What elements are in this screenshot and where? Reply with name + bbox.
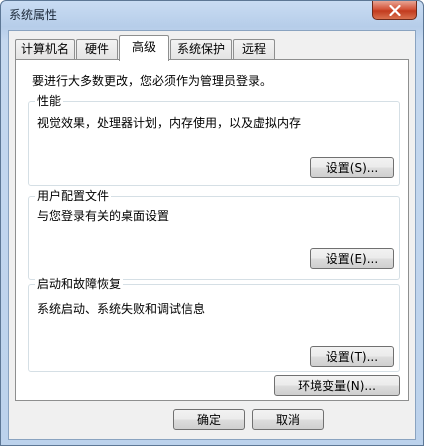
startup-recovery-description: 系统启动、系统失败和调试信息 [37,302,206,316]
user-profiles-title: 用户配置文件 [35,189,112,203]
title-bar[interactable]: 系统属性 [1,1,423,28]
performance-settings-button[interactable]: 设置(S)... [310,157,394,178]
admin-notice: 要进行大多数更改，您必须作为管理员登录。 [32,74,273,88]
tab-hardware[interactable]: 硬件 [76,39,118,59]
close-x-icon [388,4,401,16]
system-properties-window: 系统属性 计算机名 硬件 高级 系统保护 远程 要进行大多数更改，您必须作为管理… [0,0,424,446]
advanced-tab-panel: 要进行大多数更改，您必须作为管理员登录。 性能 视觉效果，处理器计划，内存使用，… [15,59,409,401]
user-profiles-group: 用户配置文件 与您登录有关的桌面设置 设置(E)... [28,189,400,280]
environment-variables-button[interactable]: 环境变量(N)... [274,375,400,396]
startup-recovery-settings-button[interactable]: 设置(T)... [310,346,394,367]
user-profiles-settings-button[interactable]: 设置(E)... [310,248,394,269]
ok-button[interactable]: 确定 [173,409,245,430]
window-title: 系统属性 [9,8,58,22]
tab-advanced[interactable]: 高级 [119,35,169,61]
tab-remote[interactable]: 远程 [233,39,275,59]
tab-computer-name[interactable]: 计算机名 [15,39,75,59]
tab-system-protection[interactable]: 系统保护 [170,39,232,59]
performance-description: 视觉效果，处理器计划，内存使用，以及虚拟内存 [37,116,302,130]
user-profiles-description: 与您登录有关的桌面设置 [37,209,170,223]
startup-recovery-title: 启动和故障恢复 [35,277,124,291]
performance-group: 性能 视觉效果，处理器计划，内存使用，以及虚拟内存 设置(S)... [28,94,400,186]
dialog-body: 计算机名 硬件 高级 系统保护 远程 要进行大多数更改，您必须作为管理员登录。 … [8,30,416,440]
cancel-button[interactable]: 取消 [252,409,324,430]
startup-recovery-group: 启动和故障恢复 系统启动、系统失败和调试信息 设置(T)... [28,277,400,372]
close-button[interactable] [372,1,417,20]
performance-title: 性能 [35,94,64,108]
